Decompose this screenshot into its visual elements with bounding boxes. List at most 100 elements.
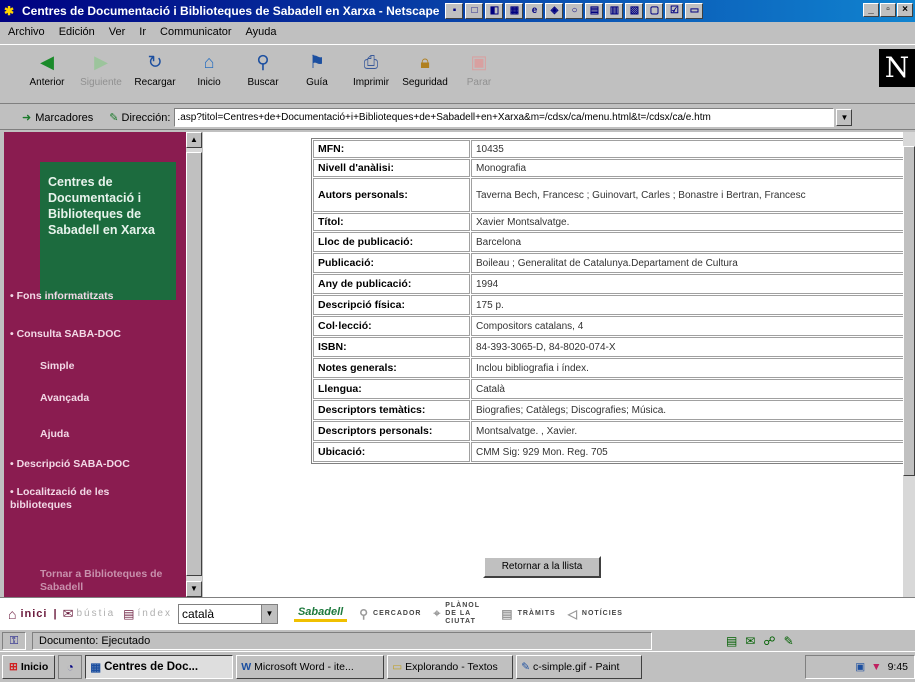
- quick-icon-3[interactable]: ◧: [485, 3, 504, 19]
- task-label: Centres de Doc...: [104, 661, 199, 673]
- print-button[interactable]: ⎙ Imprimir: [346, 51, 396, 88]
- quick-icon-8[interactable]: ▤: [585, 3, 604, 19]
- menu-ayuda[interactable]: Ayuda: [244, 26, 279, 38]
- sidebar-item-localitzacio[interactable]: • Localització de les biblioteques: [10, 486, 170, 512]
- bookmarks-button[interactable]: ➜ Marcadores: [22, 111, 93, 125]
- close-button[interactable]: ×: [897, 3, 913, 17]
- quick-icon-13[interactable]: ▭: [685, 3, 704, 19]
- minimize-button[interactable]: _: [863, 3, 879, 17]
- scroll-thumb[interactable]: [186, 152, 202, 576]
- quick-icon-5[interactable]: e: [525, 3, 544, 19]
- task-netscape[interactable]: ▦ Centres de Doc...: [85, 655, 234, 679]
- record-row: Títol: Xavier Montsalvatge.: [313, 213, 903, 231]
- sidebar-item-label: Descripció SABA-DOC: [16, 458, 130, 470]
- quick-icon-2[interactable]: □: [465, 3, 484, 19]
- search-link[interactable]: ⚲ CERCADOR: [359, 607, 421, 621]
- discussion-icon[interactable]: ☍: [763, 634, 775, 648]
- task-paint[interactable]: ✎ c-simple.gif - Paint: [516, 655, 643, 679]
- menu-ir[interactable]: Ir: [137, 26, 148, 38]
- record-field-label: Descriptors personals:: [313, 421, 470, 441]
- record-field-value: Barcelona: [471, 232, 903, 252]
- record-field-value: Català: [471, 379, 903, 399]
- record-row: Autors personals: Taverna Bech, Francesc …: [313, 178, 903, 212]
- search-link-label: CERCADOR: [373, 610, 422, 617]
- back-button[interactable]: ◀ Anterior: [22, 51, 72, 88]
- procedures-link-label: TRÀMITS: [517, 610, 556, 617]
- mail-icon: ✉: [62, 605, 74, 621]
- navigation-toolbar: ◀ Anterior ▶ Siguiente ↻ Recargar ⌂ Inic…: [0, 44, 915, 104]
- left-frame-scrollbar[interactable]: ▲ ▼: [186, 132, 202, 597]
- start-label: Inicio: [20, 661, 49, 673]
- record-row: Descripció física: 175 p.: [313, 295, 903, 315]
- task-word[interactable]: W Microsoft Word - ite...: [236, 655, 385, 679]
- record-field-label: Descriptors temàtics:: [313, 400, 470, 420]
- sidebar-item-descripcio-saba-doc[interactable]: • Descripció SABA-DOC: [10, 458, 130, 470]
- sidebar-item-label: Consulta SABA-DOC: [16, 328, 122, 340]
- language-select[interactable]: català ▼: [177, 603, 278, 624]
- quick-icon-7[interactable]: ○: [565, 3, 584, 19]
- sidebar-item-fons-informatitzats[interactable]: • Fons informatitzats: [10, 290, 113, 302]
- scroll-up-icon[interactable]: ▲: [186, 132, 202, 148]
- forward-button[interactable]: ▶ Siguiente: [76, 51, 126, 88]
- sidebar-item-consulta-saba-doc[interactable]: • Consulta SABA-DOC: [10, 328, 121, 340]
- index-link[interactable]: índex: [138, 608, 172, 619]
- city-map-link[interactable]: ⌖ PLÀNOL DE LA CIUTAT: [433, 602, 489, 626]
- maximize-button[interactable]: ▫: [880, 3, 896, 17]
- record-row: Col·lecció: Compositors catalans, 4: [313, 316, 903, 336]
- security-label: Seguridad: [402, 77, 448, 88]
- menu-ver[interactable]: Ver: [107, 26, 128, 38]
- news-link[interactable]: ◁ NOTÍCIES: [568, 607, 623, 621]
- left-menu-frame: Centres de Documentació i Biblioteques d…: [4, 132, 186, 597]
- security-status-icon[interactable]: ⚿: [2, 631, 26, 650]
- record-field-label: Ubicació:: [313, 442, 470, 462]
- quick-icon-1[interactable]: ▪: [445, 3, 464, 19]
- mail-icon[interactable]: ✉: [745, 634, 755, 648]
- stop-button[interactable]: ▣ Parar: [454, 51, 504, 88]
- task-explorer[interactable]: ▭ Explorando - Textos: [387, 655, 514, 679]
- sabadell-logo[interactable]: Sabadell: [293, 605, 348, 622]
- composer-icon[interactable]: ✎: [784, 634, 794, 648]
- quick-icon-10[interactable]: ▧: [625, 3, 644, 19]
- navigator-icon[interactable]: ▤: [726, 634, 737, 648]
- inici-link[interactable]: inici: [20, 608, 47, 620]
- address-dropdown-button[interactable]: ▼: [836, 109, 853, 126]
- sidebar-item-ajuda[interactable]: Ajuda: [40, 428, 69, 440]
- lock-icon: 🔒︎: [420, 52, 430, 72]
- main-content-frame: MFN: 10435 Nivell d'anàlisi: Monografia Auto…: [203, 132, 903, 597]
- quick-icon-12[interactable]: ☑: [665, 3, 684, 19]
- quick-icon-9[interactable]: ▥: [605, 3, 624, 19]
- sidebar-item-tornar[interactable]: Tornar a Biblioteques de Sabadell: [40, 568, 184, 594]
- tray-icon[interactable]: ▣: [855, 661, 865, 673]
- address-input[interactable]: .asp?titol=Centres+de+Documentació+i+Bib…: [174, 108, 835, 127]
- site-logo[interactable]: Centres de Documentació i Biblioteques d…: [40, 162, 176, 300]
- procedures-link[interactable]: ▤ TRÀMITS: [501, 607, 555, 621]
- menu-archivo[interactable]: Archivo: [6, 26, 47, 38]
- security-button[interactable]: 🔒︎ Seguridad: [400, 51, 450, 88]
- home-button[interactable]: ⌂ Inicio: [184, 51, 234, 88]
- return-to-list-button[interactable]: Retornar a la llista: [483, 556, 601, 578]
- chevron-down-icon[interactable]: ▼: [260, 604, 277, 623]
- record-field-label: Llengua:: [313, 379, 470, 399]
- tray-icon[interactable]: ▼: [871, 661, 881, 673]
- quicklaunch-icon[interactable]: ◔: [58, 655, 83, 679]
- search-icon: ⚲: [359, 606, 370, 621]
- record-row: Descriptors temàtics: Biografies; Catàleg…: [313, 400, 903, 420]
- separator: |: [53, 607, 57, 620]
- sidebar-item-avancada[interactable]: Avançada: [40, 392, 89, 404]
- scroll-down-icon[interactable]: ▼: [186, 581, 202, 597]
- bustia-link[interactable]: bústia: [76, 608, 115, 619]
- quick-icon-11[interactable]: ▢: [645, 3, 664, 19]
- menu-edicion[interactable]: Edición: [57, 26, 97, 38]
- guide-button[interactable]: ⚑ Guía: [292, 51, 342, 88]
- quick-icon-4[interactable]: ▦: [505, 3, 524, 19]
- scroll-thumb[interactable]: [903, 146, 915, 476]
- quick-icon-6[interactable]: ◈: [545, 3, 564, 19]
- page-proxy-icon[interactable]: ✎: [109, 111, 118, 124]
- record-field-value: 1994: [471, 274, 903, 294]
- start-button[interactable]: ⊞ Inicio: [2, 655, 56, 679]
- search-button[interactable]: ⚲ Buscar: [238, 51, 288, 88]
- sidebar-item-simple[interactable]: Simple: [40, 360, 74, 372]
- reload-button[interactable]: ↻ Recargar: [130, 51, 180, 88]
- menu-communicator[interactable]: Communicator: [158, 26, 234, 38]
- main-frame-scrollbar[interactable]: [903, 132, 915, 597]
